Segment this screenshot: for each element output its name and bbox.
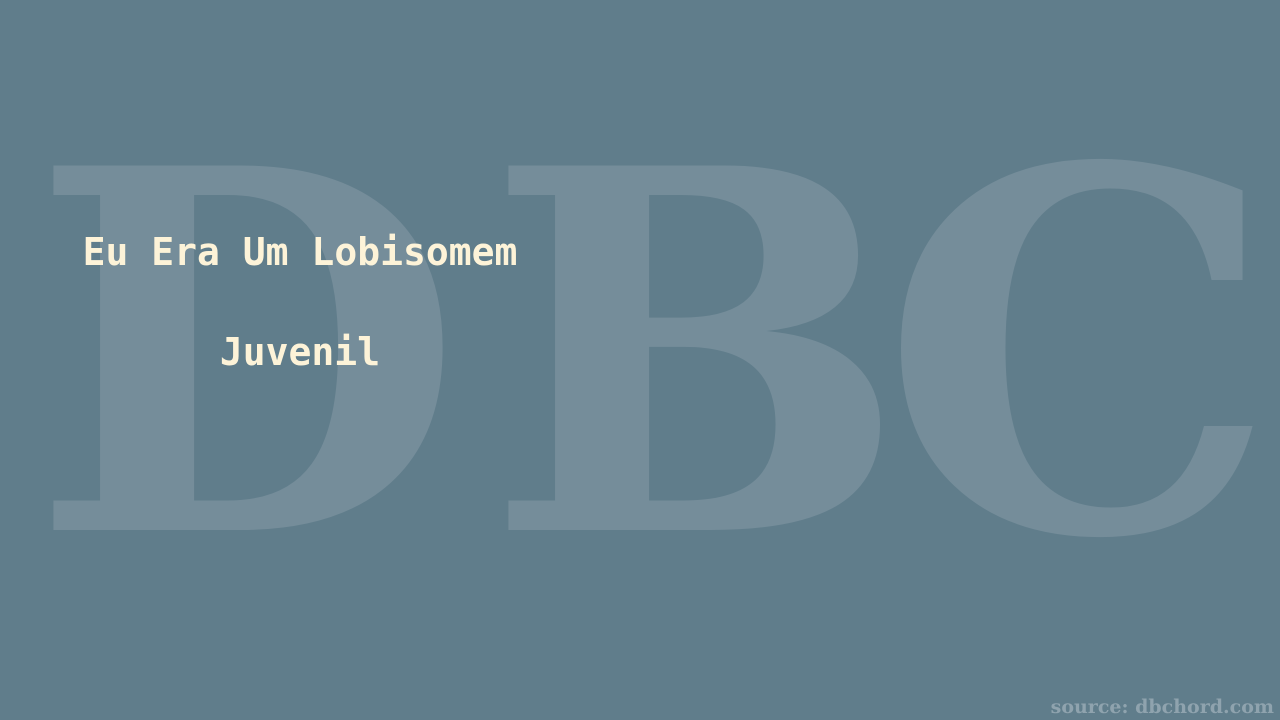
watermark-letter: C: [880, 61, 1278, 648]
song-subtitle: Juvenil: [219, 330, 381, 374]
song-title: Eu Era Um Lobisomem: [82, 230, 518, 274]
source-credit: source: dbchord.com: [1050, 696, 1274, 718]
